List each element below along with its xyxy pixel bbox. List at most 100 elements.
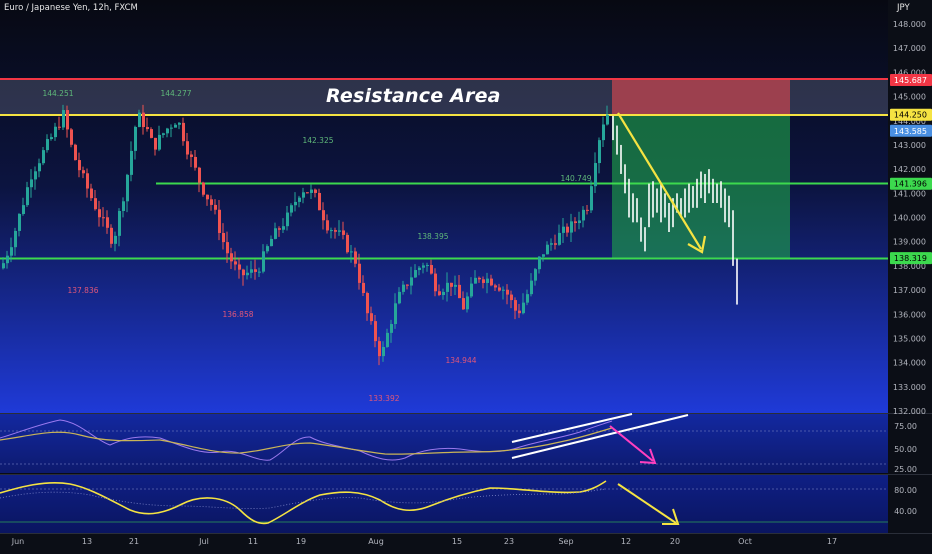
price-tick-label: 142.000 [893, 165, 926, 174]
candle-body [202, 182, 205, 195]
price-chart[interactable]: 148.000147.000146.000145.000144.000143.0… [0, 0, 932, 550]
pivot-high-label: 142.325 [302, 136, 333, 145]
rsi-tick-label: 75.00 [894, 422, 917, 431]
candle-body [522, 302, 525, 314]
candle-body [106, 217, 109, 228]
pivot-low-label: 134.944 [445, 356, 476, 365]
candle-body [198, 167, 201, 183]
candle-body [606, 114, 609, 125]
price-tick-label: 140.000 [893, 214, 926, 223]
pivot-low-label: 133.392 [368, 394, 399, 403]
candle-body [206, 194, 209, 200]
candle-body [90, 188, 93, 199]
candle-body [382, 346, 385, 357]
stop-loss-box[interactable] [612, 79, 790, 115]
candle-body [294, 201, 297, 206]
candle-body [82, 170, 85, 174]
candle-body [406, 284, 409, 286]
candle-body [386, 332, 389, 347]
candle-body [318, 192, 321, 211]
candle-body [538, 256, 541, 270]
time-tick-label: 11 [248, 537, 258, 546]
candle-body [462, 298, 465, 310]
candle-body [458, 284, 461, 299]
price-tick-label: 137.000 [893, 286, 926, 295]
candle-body [314, 189, 317, 193]
candle-body [270, 238, 273, 247]
candle-body [438, 291, 441, 296]
candle-body [18, 213, 21, 231]
candle-body [402, 284, 405, 292]
price-tag-label: 144.250 [894, 111, 927, 120]
candle-body [430, 265, 433, 274]
candle-body [514, 300, 517, 311]
candle-body [2, 263, 5, 269]
candle-body [334, 230, 337, 232]
candle-body [282, 226, 285, 230]
symbol-title[interactable]: Euro / Japanese Yen, 12h, FXCM [4, 3, 138, 13]
candle-body [298, 197, 301, 202]
candle-body [86, 173, 89, 189]
price-tag: 143.585 [890, 124, 932, 137]
price-tag: 145.687 [890, 73, 932, 86]
candle-body [50, 137, 53, 140]
candle-body [242, 269, 245, 276]
time-tick-label: Oct [738, 537, 752, 546]
candle-body [566, 226, 569, 233]
price-tick-label: 139.000 [893, 238, 926, 247]
price-tick-label: 132.000 [893, 407, 926, 416]
price-tick-label: 145.000 [893, 93, 926, 102]
candle-body [210, 199, 213, 205]
candle-body [278, 228, 281, 230]
candle-body [110, 227, 113, 244]
candle-body [530, 280, 533, 295]
candle-body [166, 128, 169, 134]
osc-tick-label: 40.00 [894, 507, 917, 516]
candle-body [374, 321, 377, 342]
time-tick-label: 17 [827, 537, 837, 546]
candle-body [546, 244, 549, 255]
candle-body [78, 160, 81, 171]
chart-canvas[interactable]: 148.000 147.000 146.000 145.000 144.000 143.0… [0, 0, 932, 550]
candle-body [274, 228, 277, 239]
candle-body [510, 294, 513, 301]
candle-body [134, 126, 137, 151]
candle-body [446, 282, 449, 292]
candle-body [358, 263, 361, 283]
candle-body [226, 242, 229, 254]
candle-body [362, 282, 365, 294]
candle-body [350, 251, 353, 253]
candle-body [502, 289, 505, 291]
candle-body [590, 186, 593, 211]
candle-body [534, 269, 537, 281]
pivot-high-label: 140.749 [560, 174, 591, 183]
price-tag-label: 143.585 [894, 127, 927, 136]
candle-body [98, 209, 101, 218]
price-tick-label: 148.000 [893, 20, 926, 29]
pivot-high-label: 144.251 [42, 89, 73, 98]
candle-body [266, 246, 269, 252]
candle-body [434, 273, 437, 292]
candle-body [578, 220, 581, 224]
candle-body [422, 265, 425, 268]
candle-body [118, 211, 121, 236]
candle-body [558, 232, 561, 245]
candle-body [42, 150, 45, 164]
price-tick-label: 136.000 [893, 310, 926, 319]
price-tag: 144.250 [890, 108, 932, 121]
time-tick-label: 23 [504, 537, 514, 546]
candle-body [498, 287, 501, 291]
candle-body [398, 291, 401, 304]
resistance-area-label[interactable]: Resistance Area [326, 85, 501, 107]
currency-label: JPY [897, 3, 910, 13]
candle-body [230, 253, 233, 262]
candle-body [394, 303, 397, 325]
price-tag-label: 138.319 [894, 254, 927, 263]
candle-body [598, 140, 601, 164]
time-tick-label: Jun [11, 537, 25, 546]
price-tick-label: 133.000 [893, 383, 926, 392]
osc-pane-bg [0, 475, 888, 533]
rsi-tick-label: 50.00 [894, 445, 917, 454]
candle-body [478, 277, 481, 280]
price-tag: 141.396 [890, 177, 932, 190]
